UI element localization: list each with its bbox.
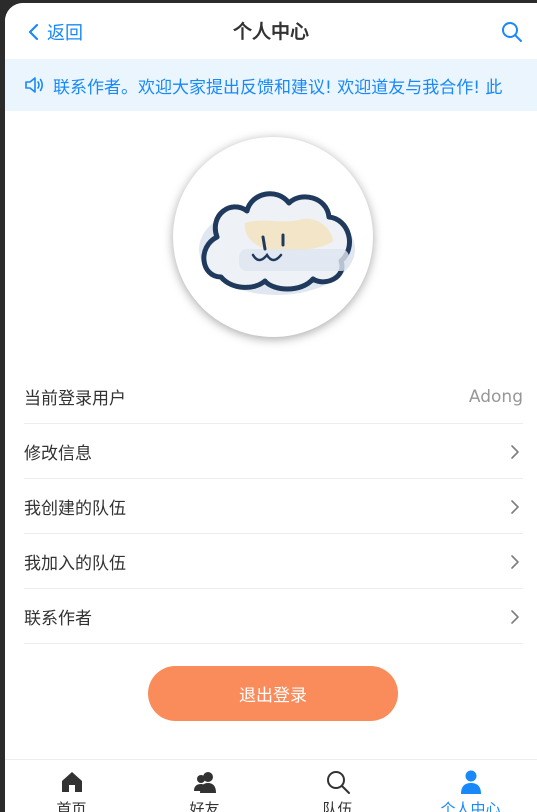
tab-friends[interactable]: 好友 (138, 760, 271, 812)
tab-home[interactable]: 首页 (5, 760, 138, 812)
chevron-right-icon (511, 499, 519, 514)
bottom-tab-bar: 首页 好友 队伍 个人中心 (5, 759, 537, 812)
chevron-right-icon (511, 554, 519, 569)
tab-label: 队伍 (322, 800, 353, 812)
tab-label: 首页 (56, 800, 87, 812)
cell-label: 联系作者 (24, 609, 92, 629)
speaker-icon (25, 77, 44, 93)
cell-label: 我创建的队伍 (24, 499, 126, 519)
cell-edit-info[interactable]: 修改信息 (5, 424, 537, 479)
cell-contact-author[interactable]: 联系作者 (5, 589, 537, 644)
profile-cell-group: 当前登录用户 Adong 修改信息 我创建的队伍 我加入的队伍 联系作者 (5, 369, 537, 644)
friends-icon (193, 772, 216, 793)
search-icon (326, 771, 350, 794)
notice-text: 联系作者。欢迎大家提出反馈和建议! 欢迎道友与我合作! 此 (53, 77, 503, 98)
tab-profile[interactable]: 个人中心 (404, 760, 537, 812)
user-icon (460, 770, 481, 794)
chevron-right-icon (511, 444, 519, 459)
tab-label: 个人中心 (440, 800, 501, 812)
notice-bar: 联系作者。欢迎大家提出反馈和建议! 欢迎道友与我合作! 此 (5, 59, 537, 111)
cell-label: 修改信息 (24, 444, 92, 464)
cell-label: 当前登录用户 (24, 389, 126, 409)
current-username: Adong (468, 386, 523, 407)
cell-label: 我加入的队伍 (24, 554, 126, 574)
tab-label: 好友 (189, 800, 220, 812)
chevron-right-icon (511, 609, 519, 624)
home-icon (61, 772, 82, 792)
cloud-avatar-image (199, 191, 355, 295)
page-title: 个人中心 (232, 21, 309, 43)
logout-button[interactable]: 退出登录 (148, 666, 398, 721)
avatar (173, 137, 373, 337)
cell-current-user: 当前登录用户 Adong (5, 369, 537, 424)
cell-my-created-teams[interactable]: 我创建的队伍 (5, 479, 537, 534)
nav-bar: 返回 个人中心 (5, 3, 537, 59)
app-frame: 返回 个人中心 联系作者。欢迎大家提出反馈和建议! 欢迎道友与我合作! 此 当前… (5, 3, 537, 812)
tab-teams[interactable]: 队伍 (271, 760, 404, 812)
search-icon[interactable] (501, 21, 523, 43)
cell-my-joined-teams[interactable]: 我加入的队伍 (5, 534, 537, 589)
